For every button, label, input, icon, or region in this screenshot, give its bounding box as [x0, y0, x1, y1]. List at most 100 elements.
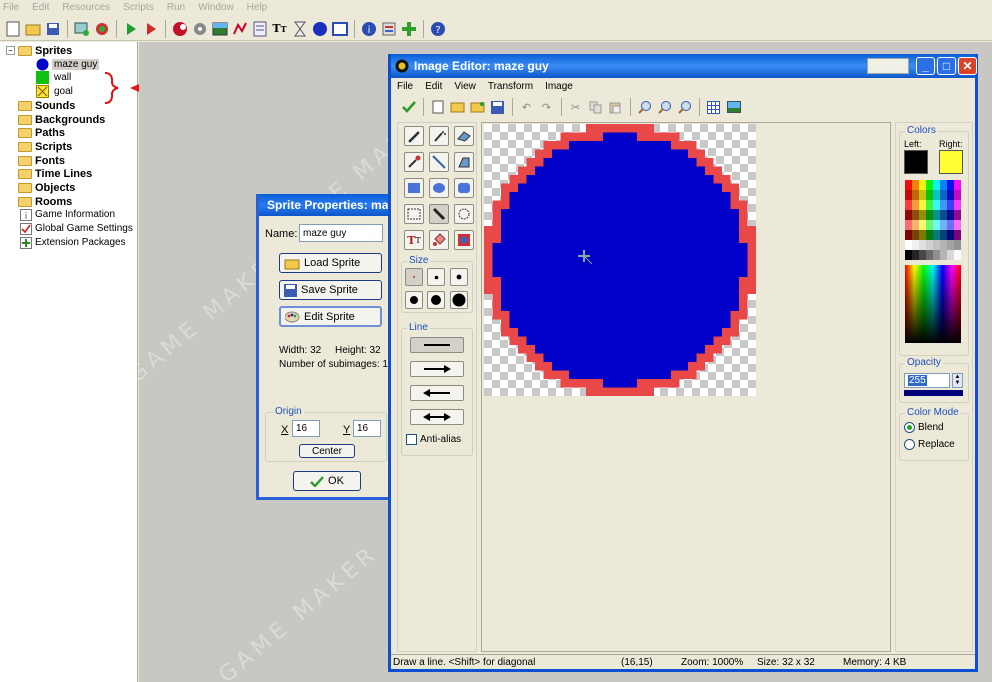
tree-node-scripts[interactable]: Scripts [6, 140, 72, 153]
create-executable-icon[interactable] [72, 19, 91, 38]
paste-icon[interactable] [606, 98, 625, 117]
line-plain-button[interactable] [410, 337, 464, 353]
left-color-swatch[interactable] [904, 150, 928, 174]
ellipse-icon[interactable] [429, 178, 449, 198]
cut-icon[interactable]: ✂ [566, 98, 585, 117]
global-settings-icon[interactable] [379, 19, 398, 38]
magic-wand-icon[interactable] [454, 204, 474, 224]
menu-scripts[interactable]: Scripts [123, 2, 154, 13]
eraser-icon[interactable] [454, 126, 474, 146]
collapse-icon[interactable]: − [6, 46, 15, 55]
publish-icon[interactable] [92, 19, 111, 38]
sprite-properties-titlebar[interactable]: Sprite Properties: maz [259, 194, 393, 216]
save-sprite-button[interactable]: Save Sprite [279, 280, 382, 300]
menu-run[interactable]: Run [167, 2, 185, 13]
extension-packages-icon[interactable] [399, 19, 418, 38]
size-6-button[interactable] [450, 291, 468, 309]
zoom-out-icon[interactable] [635, 98, 654, 117]
open-folder-icon[interactable] [468, 98, 487, 117]
new-icon[interactable] [3, 19, 22, 38]
tree-node-fonts[interactable]: Fonts [6, 154, 65, 167]
origin-y-field[interactable]: 16 [353, 420, 381, 437]
sprite-item-goal[interactable]: goal [36, 85, 73, 98]
edit-sprite-button[interactable]: Edit Sprite [279, 306, 382, 327]
tree-node-extension-packages[interactable]: Extension Packages [20, 236, 126, 249]
debug-icon[interactable] [141, 19, 160, 38]
menu-edit[interactable]: Edit [32, 2, 49, 13]
new-image-icon[interactable] [428, 98, 447, 117]
add-background-icon[interactable] [210, 19, 229, 38]
tree-node-rooms[interactable]: Rooms [6, 195, 72, 208]
sprite-item-wall[interactable]: wall [36, 71, 71, 84]
copy-icon[interactable] [586, 98, 605, 117]
zoom-normal-icon[interactable] [655, 98, 674, 117]
color-palette-grid[interactable] [905, 180, 961, 260]
add-sprite-icon[interactable] [170, 19, 189, 38]
sprite-name-field[interactable]: maze guy [299, 224, 383, 242]
redo-icon[interactable]: ↷ [537, 98, 556, 117]
size-3-button[interactable] [450, 268, 468, 286]
origin-x-field[interactable]: 16 [292, 420, 320, 437]
load-sprite-button[interactable]: Load Sprite [279, 253, 382, 273]
selected-line-tool-icon[interactable] [429, 204, 449, 224]
close-button[interactable]: ✕ [958, 57, 977, 75]
size-5-button[interactable] [427, 291, 445, 309]
ie-menu-edit[interactable]: Edit [425, 81, 442, 92]
tree-node-time-lines[interactable]: Time Lines [6, 167, 92, 180]
sprite-item-maze-guy[interactable]: maze guy [36, 58, 100, 71]
line-arrow-left-button[interactable] [410, 385, 464, 401]
menu-window[interactable]: Window [198, 2, 234, 13]
ie-menu-transform[interactable]: Transform [488, 81, 533, 92]
help-icon[interactable]: ? [428, 19, 447, 38]
maximize-button[interactable]: □ [937, 57, 956, 75]
opacity-spinner[interactable]: ▲ ▼ [952, 373, 963, 388]
color-spectrum-picker[interactable] [905, 265, 961, 343]
ie-menu-image[interactable]: Image [545, 81, 573, 92]
rounded-rectangle-icon[interactable] [454, 178, 474, 198]
game-information-icon[interactable]: i [359, 19, 378, 38]
menu-help[interactable]: Help [247, 2, 268, 13]
ie-menu-file[interactable]: File [397, 81, 413, 92]
grid-icon[interactable] [704, 98, 723, 117]
add-object-icon[interactable] [310, 19, 329, 38]
anti-alias-checkbox[interactable] [406, 434, 417, 445]
opacity-field[interactable]: 255 [904, 373, 950, 388]
add-path-icon[interactable] [230, 19, 249, 38]
blend-radio[interactable] [904, 422, 915, 433]
color-picker-icon[interactable] [404, 152, 424, 172]
add-font-icon[interactable]: TT [270, 19, 289, 38]
open-icon[interactable] [23, 19, 42, 38]
sprite-pixel-canvas[interactable] [484, 124, 756, 396]
tree-node-objects[interactable]: Objects [6, 181, 75, 194]
save-icon[interactable] [43, 19, 62, 38]
pencil-icon[interactable] [404, 126, 424, 146]
size-1-button[interactable] [405, 268, 423, 286]
tree-node-sprites[interactable]: − Sprites [6, 44, 72, 57]
add-room-icon[interactable] [330, 19, 349, 38]
right-color-swatch[interactable] [939, 150, 963, 174]
tree-node-sounds[interactable]: Sounds [6, 99, 75, 112]
ie-menu-view[interactable]: View [454, 81, 476, 92]
center-button[interactable]: Center [299, 444, 355, 458]
minimize-button[interactable]: _ [916, 57, 935, 75]
rectangle-select-icon[interactable] [404, 204, 424, 224]
menu-resources[interactable]: Resources [62, 2, 110, 13]
line-icon[interactable] [429, 152, 449, 172]
add-script-icon[interactable] [250, 19, 269, 38]
drawing-canvas-area[interactable] [481, 122, 891, 652]
undo-icon[interactable]: ↶ [517, 98, 536, 117]
fill-bucket-icon[interactable] [429, 230, 449, 250]
add-timeline-icon[interactable] [290, 19, 309, 38]
run-icon[interactable] [121, 19, 140, 38]
open-image-icon[interactable] [448, 98, 467, 117]
save-image-icon[interactable] [488, 98, 507, 117]
tree-node-paths[interactable]: Paths [6, 126, 65, 139]
image-preview-icon[interactable] [724, 98, 743, 117]
rectangle-icon[interactable] [404, 178, 424, 198]
tree-node-backgrounds[interactable]: Backgrounds [6, 113, 105, 126]
text-tool-icon[interactable]: TT [404, 230, 424, 250]
confirm-check-icon[interactable] [399, 98, 418, 117]
menu-file[interactable]: File [3, 2, 19, 13]
zoom-in-icon[interactable] [675, 98, 694, 117]
line-arrow-both-button[interactable] [410, 409, 464, 425]
